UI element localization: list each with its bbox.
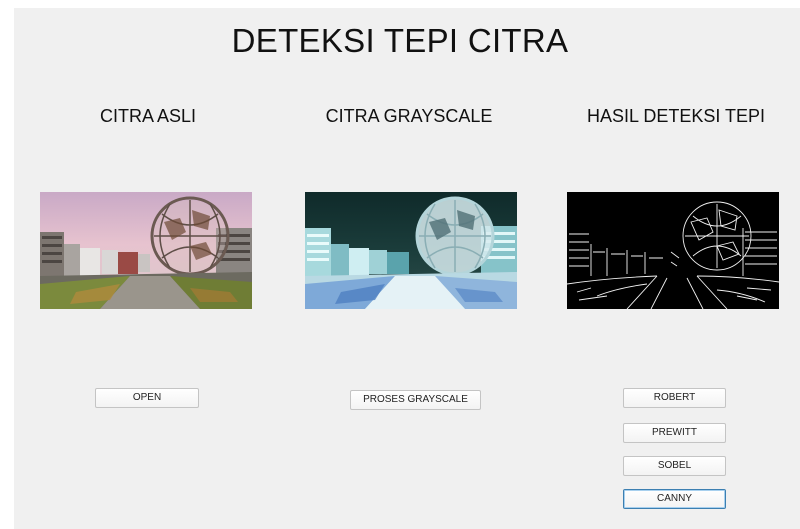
original-image [40, 192, 252, 309]
panel-title-grayscale: CITRA GRAYSCALE [325, 106, 493, 126]
prewitt-button[interactable]: PREWITT [623, 423, 726, 443]
edge-detection-image [567, 192, 779, 309]
grayscale-image [305, 192, 517, 309]
open-button[interactable]: OPEN [95, 388, 199, 408]
sobel-button[interactable]: SOBEL [623, 456, 726, 476]
page-title: DETEKSI TEPI CITRA [231, 22, 569, 59]
robert-button[interactable]: ROBERT [623, 388, 726, 408]
panel-title-original: CITRA ASLI [99, 106, 197, 126]
canny-button[interactable]: CANNY [623, 489, 726, 509]
grayscale-process-button[interactable]: PROSES GRAYSCALE [350, 390, 481, 410]
panel-title-edge-result: HASIL DETEKSI TEPI [586, 106, 766, 126]
